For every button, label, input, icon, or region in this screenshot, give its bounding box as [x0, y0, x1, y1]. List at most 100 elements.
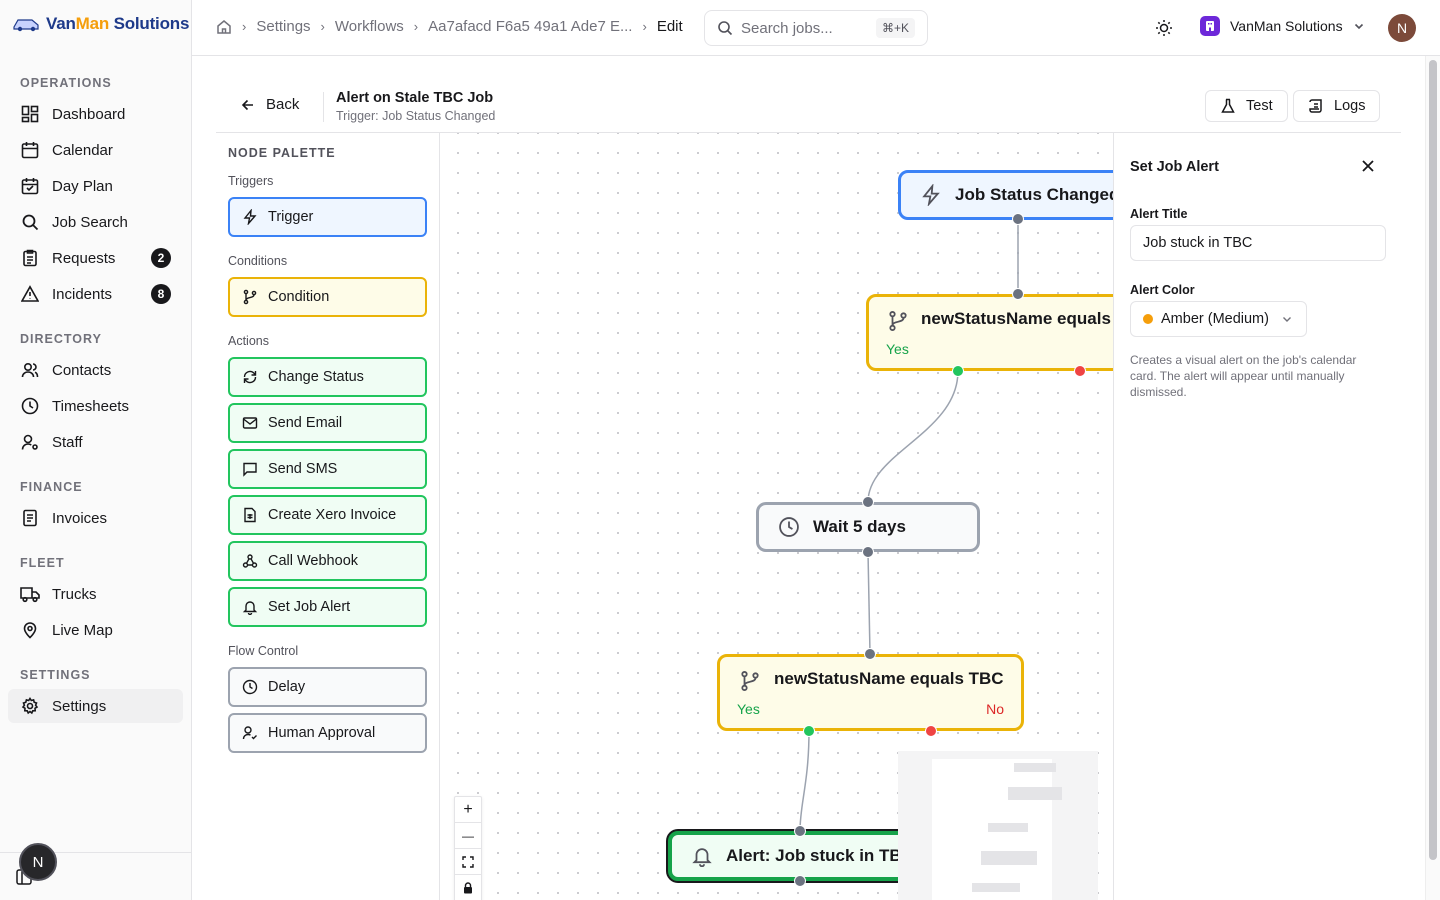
zoom-in-button[interactable]: + [455, 797, 481, 823]
search-icon [20, 212, 40, 232]
edge-wait-to-condition [867, 551, 871, 655]
sidebar-item-incidents[interactable]: Incidents 8 [8, 277, 183, 311]
chevron-down-icon [1354, 23, 1363, 30]
palette-item-condition[interactable]: Condition [228, 277, 427, 317]
close-icon[interactable] [1359, 157, 1377, 175]
node-handle[interactable] [1012, 288, 1024, 300]
node-condition-1[interactable]: newStatusName equals TBC Yes [866, 294, 1113, 371]
chevron-right-icon: › [242, 19, 247, 34]
sidebar-item-job-search[interactable]: Job Search [8, 205, 183, 239]
chevron-right-icon: › [413, 19, 419, 34]
node-handle[interactable] [862, 496, 874, 508]
sidebar-item-invoices[interactable]: Invoices [8, 501, 183, 535]
palette-item-delay[interactable]: Delay [228, 667, 427, 707]
breadcrumb-settings[interactable]: Settings [256, 18, 310, 35]
lock-button[interactable] [455, 875, 481, 900]
node-handle[interactable] [794, 825, 806, 837]
breadcrumb-workflows[interactable]: Workflows [335, 18, 404, 35]
sidebar-item-settings[interactable]: Settings [8, 689, 183, 723]
map-pin-icon [20, 620, 40, 640]
mail-icon [242, 417, 258, 429]
home-icon[interactable] [216, 19, 232, 35]
sidebar-item-staff[interactable]: Staff [8, 425, 183, 459]
requests-count-badge: 2 [151, 248, 171, 268]
org-switcher[interactable]: VanMan Solutions [1200, 16, 1365, 36]
alert-title-label: Alert Title [1130, 207, 1188, 221]
sidebar-item-live-map[interactable]: Live Map [8, 613, 183, 647]
node-label: newStatusName equals TBC [921, 309, 1113, 328]
sidebar-item-label: Timesheets [52, 397, 129, 415]
node-config-panel: Set Job Alert Alert Title Job stuck in T… [1113, 133, 1401, 900]
palette-item-human-approval[interactable]: Human Approval [228, 713, 427, 753]
avatar[interactable]: N [1388, 14, 1416, 42]
search-placeholder: Search jobs... [741, 19, 833, 37]
workflow-subtitle: Trigger: Job Status Changed [336, 109, 496, 123]
sun-icon[interactable] [1154, 18, 1174, 38]
sidebar-item-contacts[interactable]: Contacts [8, 353, 183, 387]
fit-view-button[interactable] [455, 849, 481, 875]
no-handle[interactable] [1074, 365, 1086, 377]
refresh-icon [243, 370, 257, 384]
warning-icon [20, 284, 40, 304]
incidents-count-badge: 8 [151, 284, 171, 304]
org-logo-icon [1200, 16, 1220, 36]
sidebar-item-timesheets[interactable]: Timesheets [8, 389, 183, 423]
node-palette: NODE PALETTE Triggers Trigger Conditions… [216, 133, 440, 900]
node-handle[interactable] [864, 648, 876, 660]
page-scrollbar[interactable] [1425, 56, 1440, 900]
palette-item-set-job-alert[interactable]: Set Job Alert [228, 587, 427, 627]
palette-item-label: Change Status [268, 369, 364, 385]
minimap-node [972, 883, 1020, 892]
palette-item-send-sms[interactable]: Send SMS [228, 449, 427, 489]
no-handle[interactable] [925, 725, 937, 737]
workflow-title: Alert on Stale TBC Job [336, 90, 494, 106]
sidebar-item-calendar[interactable]: Calendar [8, 133, 183, 167]
truck-icon [20, 584, 40, 604]
alert-color-select[interactable]: Amber (Medium) [1130, 301, 1307, 337]
chevron-right-icon: › [320, 19, 325, 34]
app-root: VanMan Solutions OPERATIONS Dashboard Ca… [0, 0, 1440, 900]
node-wait[interactable]: Wait 5 days [756, 502, 980, 552]
sidebar-item-trucks[interactable]: Trucks [8, 577, 183, 611]
breadcrumb-workflow-id[interactable]: Aa7afacd F6a5 49a1 Ade7 E... [428, 18, 632, 35]
panel-title: Set Job Alert [1130, 159, 1219, 175]
palette-item-change-status[interactable]: Change Status [228, 357, 427, 397]
node-handle[interactable] [794, 875, 806, 887]
test-button[interactable]: Test [1205, 90, 1288, 122]
palette-item-call-webhook[interactable]: Call Webhook [228, 541, 427, 581]
palette-item-send-email[interactable]: Send Email [228, 403, 427, 443]
sidebar-item-label: Staff [52, 433, 83, 451]
scrollbar-thumb[interactable] [1429, 60, 1437, 860]
git-branch-icon [243, 289, 257, 305]
minimap[interactable] [898, 751, 1098, 900]
sidebar-item-requests[interactable]: Requests 2 [8, 241, 183, 275]
alert-title-input[interactable]: Job stuck in TBC [1130, 225, 1386, 261]
yes-handle[interactable] [952, 365, 964, 377]
sidebar-item-label: Invoices [52, 509, 108, 527]
zap-icon [243, 209, 257, 225]
node-handle[interactable] [862, 546, 874, 558]
sidebar-item-dashboard[interactable]: Dashboard [8, 97, 183, 131]
section-finance: FINANCE [20, 480, 83, 494]
message-square-icon [243, 462, 257, 477]
node-trigger-job-status-changed[interactable]: Job Status Changed [898, 170, 1113, 220]
brand-logo[interactable]: VanMan Solutions [12, 14, 189, 34]
sidebar: VanMan Solutions OPERATIONS Dashboard Ca… [0, 0, 192, 900]
back-button[interactable]: Back [240, 96, 299, 113]
logs-button[interactable]: Logs [1293, 90, 1381, 122]
section-directory: DIRECTORY [20, 332, 102, 346]
palette-item-label: Send Email [268, 415, 343, 431]
minimap-node [1008, 787, 1062, 800]
chevron-down-icon [1282, 317, 1291, 322]
zoom-out-button[interactable]: — [455, 823, 481, 849]
sidebar-item-day-plan[interactable]: Day Plan [8, 169, 183, 203]
user-menu-button[interactable]: N [19, 843, 57, 881]
node-condition-2[interactable]: newStatusName equals TBC Yes No [717, 654, 1024, 731]
palette-item-trigger[interactable]: Trigger [228, 197, 427, 237]
no-branch-label: No [986, 701, 1004, 717]
node-handle[interactable] [1012, 213, 1024, 225]
workflow-canvas[interactable]: Job Status Changed newStatusName equals … [440, 133, 1113, 900]
search-input[interactable]: Search jobs... ⌘+K [704, 10, 928, 46]
palette-item-create-xero-invoice[interactable]: Create Xero Invoice [228, 495, 427, 535]
yes-handle[interactable] [803, 725, 815, 737]
